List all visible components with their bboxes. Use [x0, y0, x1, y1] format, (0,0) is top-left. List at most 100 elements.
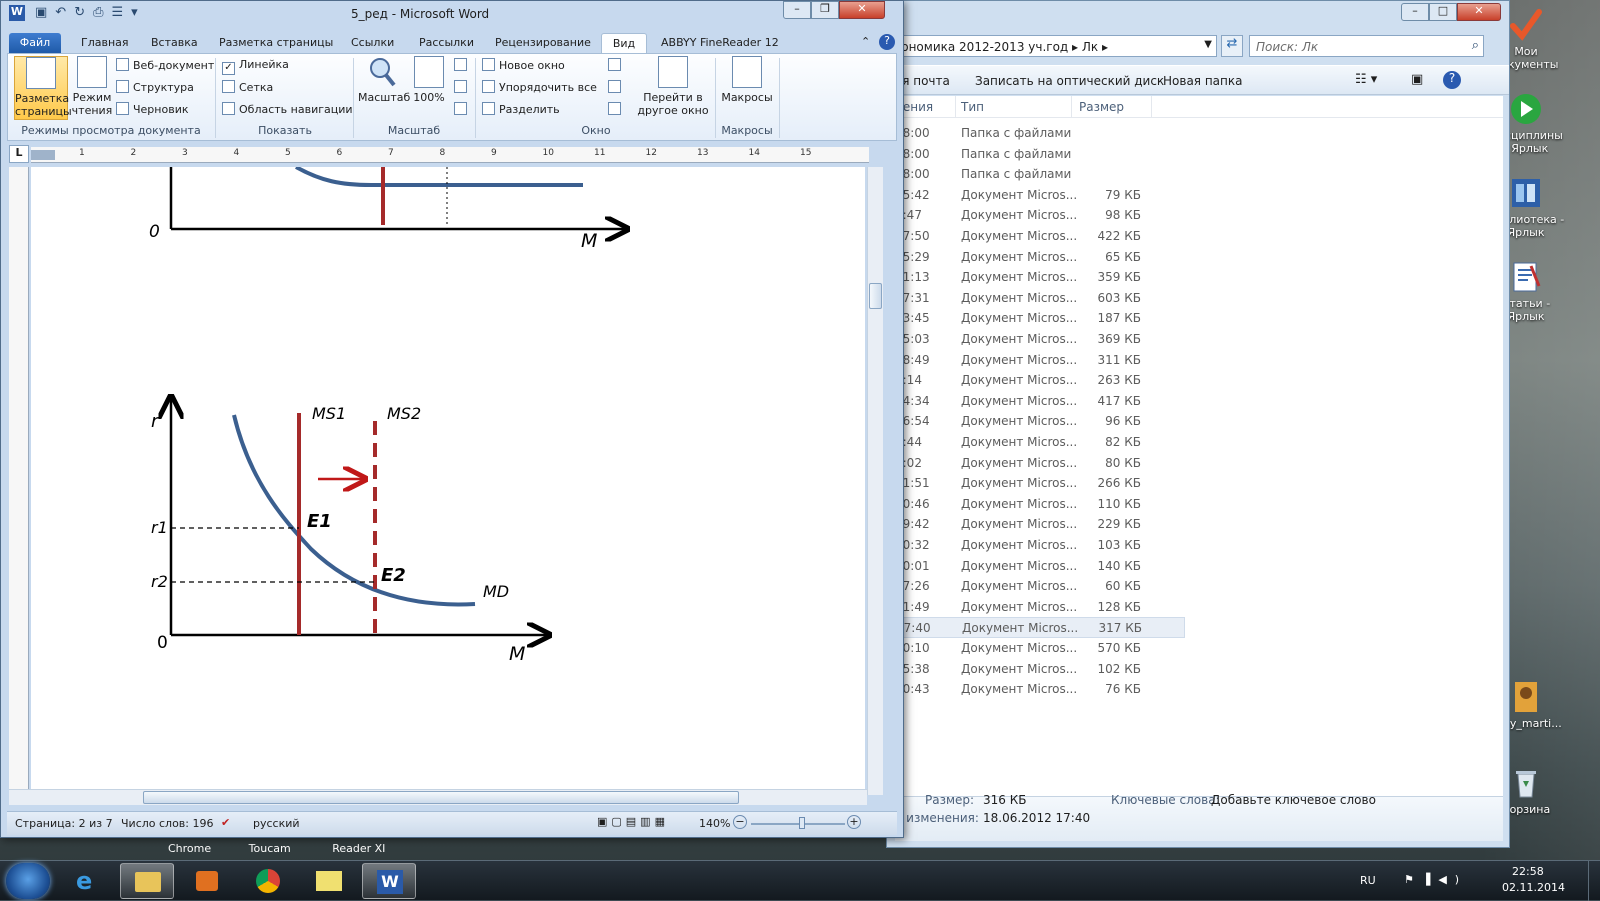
vertical-ruler[interactable]: [9, 167, 29, 795]
word-app-icon[interactable]: W: [9, 5, 25, 21]
tab-view[interactable]: Вид: [601, 33, 647, 53]
tab-mailings[interactable]: Рассылки: [419, 33, 474, 53]
web-layout-button[interactable]: Веб-документ: [116, 58, 214, 72]
search-icon[interactable]: ⌕: [1472, 38, 1479, 53]
close-button[interactable]: ✕: [1457, 3, 1501, 21]
close-button[interactable]: ✕: [839, 1, 885, 19]
page-width-button[interactable]: [454, 102, 471, 116]
column-size[interactable]: Размер: [1079, 100, 1124, 114]
file-row[interactable]: 18:49 Документ Micros... 311 КБ: [895, 350, 1185, 371]
file-row[interactable]: 15:03 Документ Micros... 369 КБ: [895, 329, 1185, 350]
file-row[interactable]: 16:54 Документ Micros... 96 КБ: [895, 411, 1185, 432]
file-row[interactable]: 11:51 Документ Micros... 266 КБ: [895, 473, 1185, 494]
ruler-checkbox[interactable]: ✓ Линейка: [222, 58, 289, 75]
file-row[interactable]: 11:13 Документ Micros... 359 КБ: [895, 267, 1185, 288]
file-row[interactable]: 8:44 Документ Micros... 82 КБ: [895, 432, 1185, 453]
file-row[interactable]: 17:31 Документ Micros... 603 КБ: [895, 288, 1185, 309]
file-row[interactable]: 9:02 Документ Micros... 80 КБ: [895, 453, 1185, 474]
taskbar-word[interactable]: W: [362, 863, 416, 899]
outline-button[interactable]: Структура: [116, 80, 194, 94]
horizontal-ruler[interactable]: 1 2 3 4 5 6 7 8 9 10 11 12 13 14 15: [31, 147, 869, 163]
zoom-button[interactable]: Масштаб: [358, 56, 410, 104]
tray-icons[interactable]: ⚑▐◀): [1404, 873, 1467, 886]
burn-disc-button[interactable]: Записать на оптический диск: [975, 74, 1164, 88]
status-words[interactable]: Число слов: 196: [121, 817, 214, 830]
taskbar-chrome[interactable]: [242, 863, 296, 899]
tab-insert[interactable]: Вставка: [151, 33, 198, 53]
quick-access-toolbar[interactable]: ▣↶↻⎙☰▾: [35, 5, 146, 20]
file-row[interactable]: 18:00 Папка с файлами: [895, 144, 1185, 165]
h-scrollbar-thumb[interactable]: [143, 791, 739, 804]
taskbar-explorer[interactable]: [120, 863, 174, 899]
chevron-down-icon[interactable]: ▼: [1204, 39, 1212, 50]
customize-icon[interactable]: ▾: [131, 5, 146, 20]
zoom-100-button[interactable]: 100%: [410, 56, 448, 104]
two-pages-button[interactable]: [454, 80, 471, 94]
file-row[interactable]: 17:26 Документ Micros... 60 КБ: [895, 576, 1185, 597]
file-row[interactable]: 10:01 Документ Micros... 140 КБ: [895, 556, 1185, 577]
help-icon[interactable]: ?: [1443, 71, 1461, 89]
file-row[interactable]: 15:42 Документ Micros... 79 КБ: [895, 185, 1185, 206]
details-keywords-value[interactable]: Добавьте ключевое слово: [1211, 793, 1376, 807]
document-page[interactable]: 0 M r M 0 r1 r2 E1 E2 MS1 MS2 MD: [31, 165, 865, 795]
maximize-button[interactable]: □: [1429, 3, 1457, 21]
file-row[interactable]: 11:49 Документ Micros... 128 КБ: [895, 597, 1185, 618]
nav-pane-checkbox[interactable]: Область навигации: [222, 102, 353, 116]
zoom-slider[interactable]: [751, 823, 845, 825]
taskbar-notes[interactable]: [302, 863, 356, 899]
minimize-button[interactable]: –: [783, 1, 811, 19]
file-row[interactable]: 13:45 Документ Micros... 187 КБ: [895, 308, 1185, 329]
status-language[interactable]: русский: [253, 817, 300, 830]
tab-home[interactable]: Главная: [81, 33, 129, 53]
file-row[interactable]: 18:00 Папка с файлами: [895, 123, 1185, 144]
draft-button[interactable]: Черновик: [116, 102, 189, 116]
list-icon[interactable]: ☰: [112, 5, 132, 20]
tab-references[interactable]: Ссылки: [351, 33, 394, 53]
clock-date[interactable]: 02.11.2014: [1502, 881, 1565, 894]
tab-page-layout[interactable]: Разметка страницы: [219, 33, 333, 53]
preview-pane-icon[interactable]: ▣: [1411, 72, 1423, 87]
new-window-button[interactable]: Новое окно: [482, 58, 565, 72]
help-icon[interactable]: ?: [879, 34, 895, 50]
redo-icon[interactable]: ↻: [74, 5, 93, 20]
file-row[interactable]: 19:42 Документ Micros... 229 КБ: [895, 514, 1185, 535]
reading-mode-button[interactable]: Режим чтения: [70, 56, 114, 117]
tab-file[interactable]: Файл: [9, 33, 61, 53]
column-type[interactable]: Тип: [961, 100, 984, 114]
restore-button[interactable]: ❐: [811, 1, 839, 19]
reset-position-button[interactable]: [608, 102, 625, 116]
language-indicator[interactable]: RU: [1360, 874, 1376, 887]
split-button[interactable]: Разделить: [482, 102, 560, 116]
switch-window-button[interactable]: Перейти в другое окно: [634, 56, 712, 117]
file-row[interactable]: 17:50 Документ Micros... 422 КБ: [895, 226, 1185, 247]
taskbar-ie[interactable]: e: [62, 863, 116, 899]
zoom-slider-thumb[interactable]: [799, 817, 805, 829]
zoom-out-icon[interactable]: −: [733, 815, 747, 829]
scrollbar-thumb[interactable]: [869, 283, 882, 309]
collapse-ribbon-icon[interactable]: ⌃: [861, 35, 870, 48]
refresh-icon[interactable]: ⇄: [1221, 35, 1243, 57]
save-icon[interactable]: ▣: [35, 5, 55, 20]
file-row[interactable]: 9:14 Документ Micros... 263 КБ: [895, 370, 1185, 391]
status-page[interactable]: Страница: 2 из 7: [15, 817, 113, 830]
one-page-button[interactable]: [454, 58, 471, 72]
view-options-icon[interactable]: ☷ ▾: [1355, 72, 1377, 87]
file-row[interactable]: 20:10 Документ Micros... 570 КБ: [895, 638, 1185, 659]
file-row[interactable]: 20:32 Документ Micros... 103 КБ: [895, 535, 1185, 556]
clock-time[interactable]: 22:58: [1512, 865, 1544, 878]
undo-icon[interactable]: ↶: [55, 5, 74, 20]
minimize-button[interactable]: –: [1401, 3, 1429, 21]
tab-abbyy[interactable]: ABBYY FineReader 12: [661, 33, 779, 53]
horizontal-scrollbar[interactable]: [9, 789, 867, 805]
file-row[interactable]: 10:46 Документ Micros... 110 КБ: [895, 494, 1185, 515]
arrange-all-button[interactable]: Упорядочить все: [482, 80, 597, 94]
side-by-side-button[interactable]: [608, 58, 625, 72]
print-layout-button[interactable]: Разметка страницы: [14, 56, 72, 120]
file-row[interactable]: 15:38 Документ Micros... 102 КБ: [895, 659, 1185, 680]
tab-review[interactable]: Рецензирование: [495, 33, 591, 53]
file-row[interactable]: 17:40 Документ Micros... 317 КБ: [895, 617, 1185, 639]
file-row[interactable]: 18:00 Папка с файлами: [895, 164, 1185, 185]
print-preview-icon[interactable]: ⎙: [93, 5, 111, 20]
zoom-in-icon[interactable]: +: [847, 815, 861, 829]
file-row[interactable]: 14:34 Документ Micros... 417 КБ: [895, 391, 1185, 412]
